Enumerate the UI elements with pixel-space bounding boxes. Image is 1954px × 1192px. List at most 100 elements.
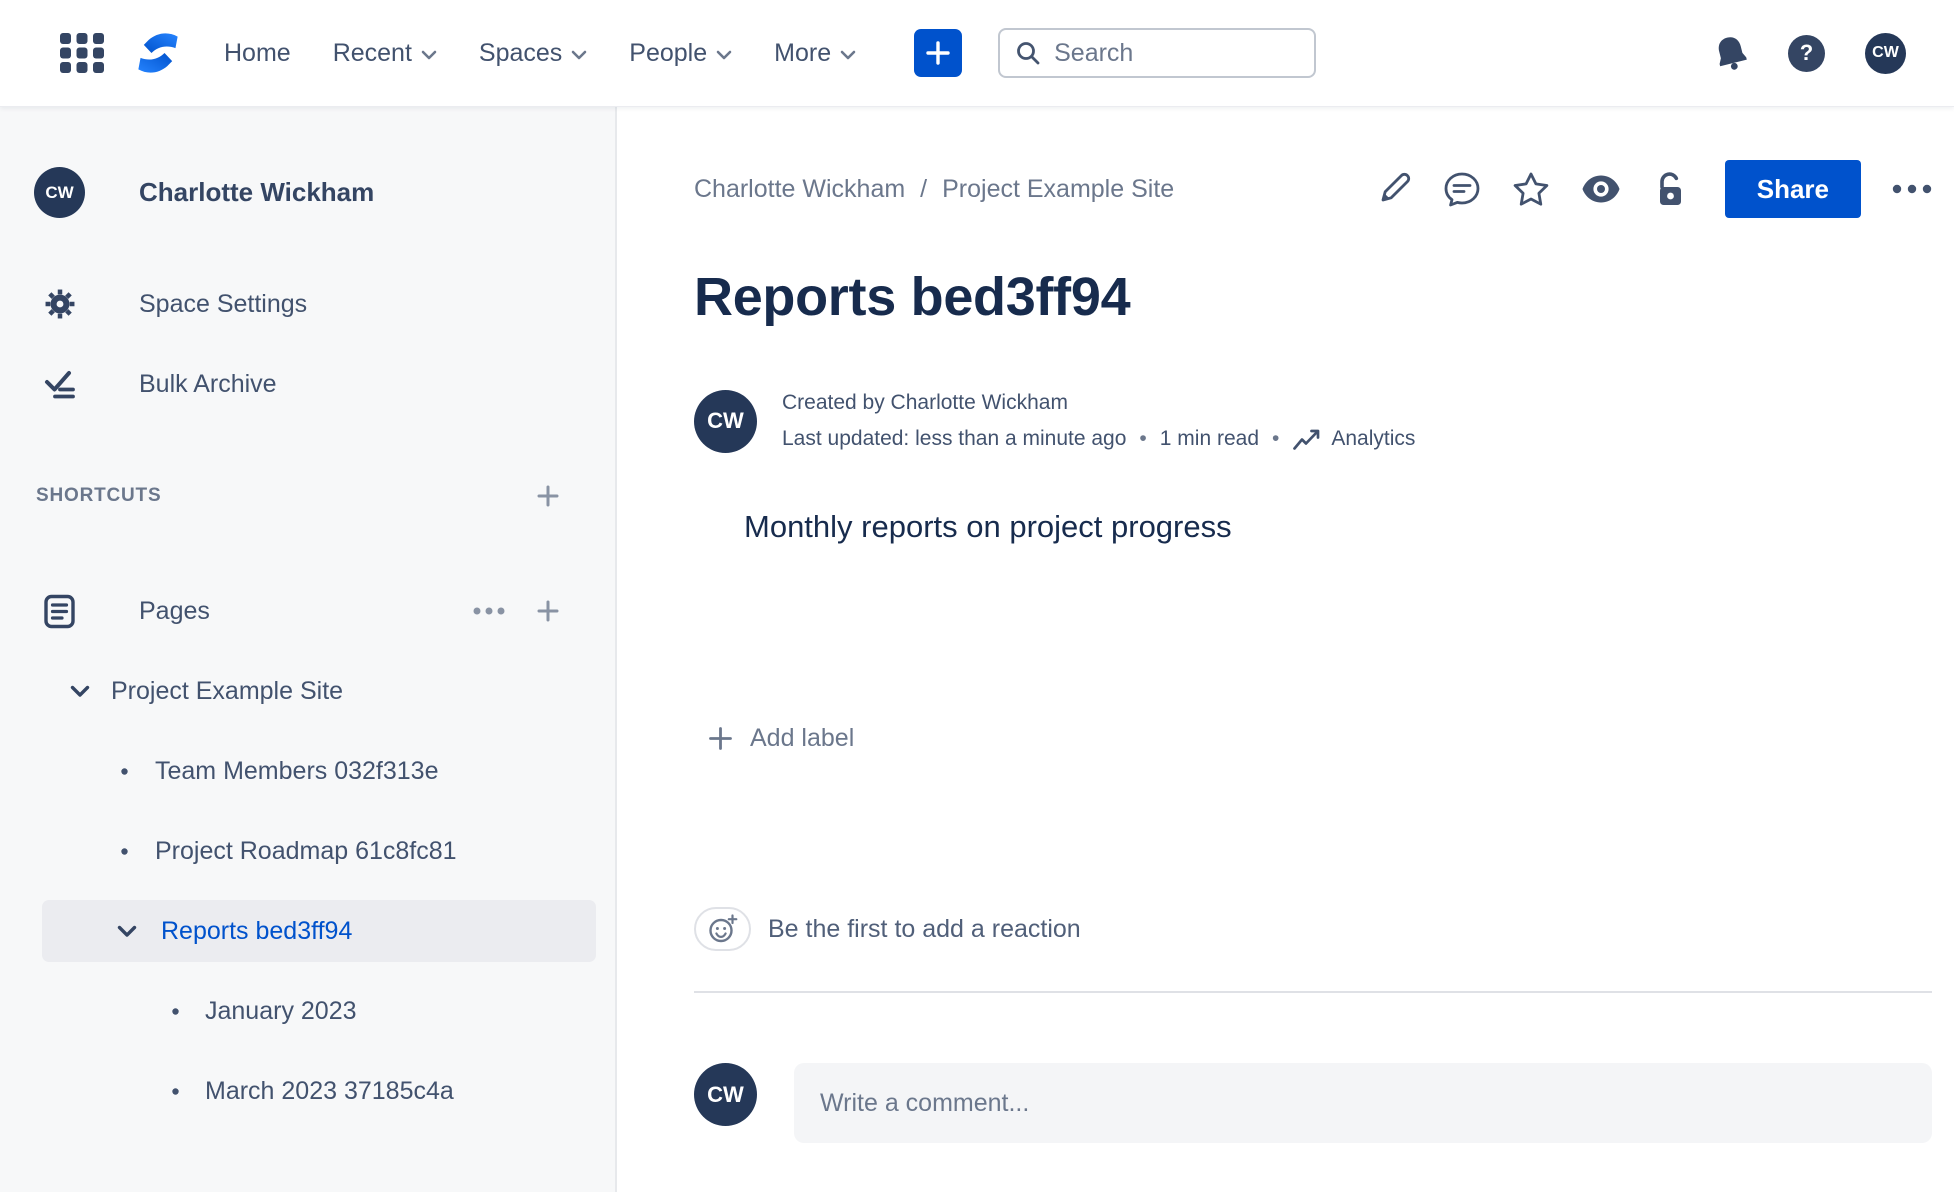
tree-item-team-members[interactable]: Team Members 032f313e (0, 731, 615, 811)
tree-item-label: March 2023 37185c4a (205, 1076, 454, 1105)
dot-separator: • (1272, 427, 1280, 450)
reaction-section: Be the first to add a reaction (694, 907, 1932, 951)
create-button[interactable] (914, 29, 963, 77)
chevron-down-icon (840, 50, 856, 60)
bullet-icon (171, 1007, 180, 1016)
page-content: Charlotte Wickham / Project Example Site (617, 107, 1954, 1192)
add-shortcut-button[interactable] (537, 485, 559, 507)
breadcrumb: Charlotte Wickham / Project Example Site (694, 175, 1174, 204)
pages-icon (34, 594, 85, 629)
chevron-down-icon[interactable] (117, 925, 137, 938)
tree-item-label: Project Example Site (111, 676, 344, 705)
plus-icon (925, 40, 951, 66)
search-box[interactable] (998, 28, 1317, 78)
add-label-button[interactable]: Add label (708, 724, 854, 753)
commenter-avatar: CW (694, 1063, 757, 1126)
shortcuts-section-header: SHORTCUTS (0, 456, 615, 536)
page-actions: Share (1376, 160, 1932, 218)
avatar-initials: CW (1872, 44, 1899, 61)
nav-home-label: Home (224, 38, 291, 67)
app-switcher-icon[interactable] (57, 31, 107, 75)
nav-people-label: People (629, 38, 708, 67)
comment-input-box[interactable] (794, 1063, 1932, 1143)
analytics-label: Analytics (1331, 427, 1416, 450)
author-avatar[interactable]: CW (694, 389, 757, 453)
tree-item-project-example-site[interactable]: Project Example Site (0, 651, 615, 731)
nav-more-label: More (774, 38, 832, 67)
nav-recent-label: Recent (332, 38, 412, 67)
tree-item-project-roadmap[interactable]: Project Roadmap 61c8fc81 (0, 811, 615, 891)
nav-more[interactable]: More (774, 39, 856, 68)
add-page-button[interactable] (537, 600, 559, 622)
read-time-text: 1 min read (1159, 427, 1259, 450)
confluence-logo-icon[interactable] (134, 29, 182, 77)
byline-meta: Last updated: less than a minute ago • 1… (782, 421, 1415, 457)
reaction-prompt-text: Be the first to add a reaction (768, 914, 1081, 943)
pages-label: Pages (139, 596, 210, 625)
breadcrumb-space-owner[interactable]: Charlotte Wickham (694, 175, 905, 204)
sidebar-item-label: Bulk Archive (139, 369, 277, 398)
page-tree: Project Example Site Team Members 032f31… (0, 651, 615, 1131)
user-avatar[interactable]: CW (1865, 32, 1906, 74)
space-name: Charlotte Wickham (139, 177, 375, 207)
search-icon (1015, 40, 1041, 66)
comment-bubble-icon[interactable] (1443, 171, 1481, 208)
chevron-down-icon (421, 50, 437, 60)
sidebar-item-space-settings[interactable]: Space Settings (0, 264, 615, 344)
dot-separator: • (1139, 427, 1147, 450)
space-avatar: CW (34, 167, 85, 218)
tree-item-label: Team Members 032f313e (155, 756, 439, 785)
space-sidebar: CW Charlotte Wickham Space Settings Bulk… (0, 107, 617, 1192)
content-header: Charlotte Wickham / Project Example Site (694, 160, 1932, 218)
sidebar-item-pages[interactable]: Pages (0, 571, 615, 651)
bullet-icon (120, 847, 129, 856)
top-navigation-bar: Home Recent Spaces People More Search ? … (0, 0, 1954, 107)
unlock-icon[interactable] (1652, 171, 1688, 208)
section-divider (694, 991, 1932, 993)
nav-home[interactable]: Home (224, 39, 291, 68)
nav-people[interactable]: People (629, 39, 732, 68)
pages-more-options-button[interactable] (473, 607, 505, 615)
notifications-bell-icon[interactable] (1712, 34, 1750, 72)
last-updated-text[interactable]: Last updated: less than a minute ago (782, 421, 1126, 457)
space-header[interactable]: CW Charlotte Wickham (0, 167, 615, 218)
bulk-archive-icon (34, 369, 85, 399)
avatar-initials: CW (707, 1081, 744, 1107)
smiley-plus-icon (707, 914, 738, 944)
watch-eye-icon[interactable] (1581, 174, 1621, 204)
sidebar-item-label: Space Settings (139, 289, 308, 318)
byline-text: Created by Charlotte Wickham Last update… (782, 385, 1415, 457)
tree-item-january-2023[interactable]: January 2023 (0, 971, 615, 1051)
byline: CW Created by Charlotte Wickham Last upd… (694, 385, 1932, 457)
share-button[interactable]: Share (1724, 160, 1861, 218)
chevron-down-icon[interactable] (70, 685, 90, 698)
tree-item-reports-selected[interactable]: Reports bed3ff94 (42, 900, 596, 962)
comment-input[interactable] (820, 1088, 1906, 1118)
nav-spaces[interactable]: Spaces (479, 39, 587, 68)
tree-item-march-2023[interactable]: March 2023 37185c4a (0, 1051, 615, 1131)
breadcrumb-separator: / (920, 174, 928, 203)
gear-icon (34, 289, 85, 319)
page-body-text: Monthly reports on project progress (744, 509, 1232, 544)
edit-pencil-icon[interactable] (1376, 171, 1412, 207)
nav-recent[interactable]: Recent (333, 39, 437, 68)
sidebar-item-bulk-archive[interactable]: Bulk Archive (0, 344, 615, 424)
tree-item-label: January 2023 (205, 996, 357, 1025)
breadcrumb-space[interactable]: Project Example Site (942, 175, 1174, 204)
bullet-icon (171, 1087, 180, 1096)
share-label: Share (1756, 173, 1829, 204)
sidebar-menu: Space Settings Bulk Archive (0, 264, 615, 424)
avatar-initials: CW (707, 408, 744, 433)
bullet-icon (120, 767, 129, 776)
shortcuts-label: SHORTCUTS (36, 485, 162, 506)
analytics-chart-icon (1292, 427, 1321, 452)
star-icon[interactable] (1512, 171, 1550, 208)
help-icon[interactable]: ? (1788, 34, 1825, 72)
analytics-link[interactable]: Analytics (1292, 421, 1415, 457)
more-options-icon[interactable] (1892, 184, 1932, 194)
search-input[interactable] (1054, 38, 1300, 68)
tree-item-label: Project Roadmap 61c8fc81 (155, 836, 457, 865)
nav-spaces-label: Spaces (478, 38, 563, 67)
add-label-text: Add label (750, 724, 855, 752)
add-reaction-button[interactable] (694, 907, 751, 951)
